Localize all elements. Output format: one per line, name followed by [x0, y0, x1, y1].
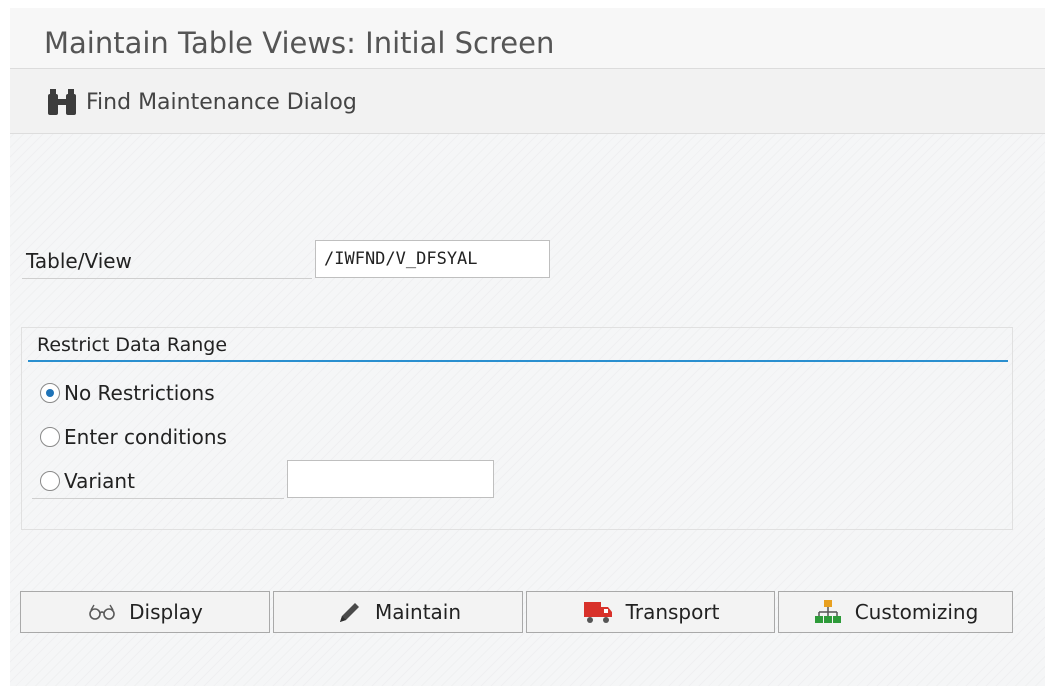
binoculars-icon: [46, 87, 78, 117]
find-maintenance-dialog-button[interactable]: Find Maintenance Dialog: [46, 87, 357, 117]
display-button-label: Display: [129, 600, 203, 624]
variant-input[interactable]: [287, 460, 494, 498]
pencil-icon: [335, 598, 363, 626]
application-toolbar: Find Maintenance Dialog: [10, 69, 1045, 134]
variant-label-underline: [32, 498, 284, 499]
maintain-button-label: Maintain: [374, 600, 462, 624]
page-title: Maintain Table Views: Initial Screen: [44, 26, 555, 60]
truck-icon: [582, 599, 614, 625]
radio-button[interactable]: [40, 471, 60, 491]
transport-button[interactable]: Transport: [526, 591, 775, 633]
display-button[interactable]: Display: [20, 591, 270, 633]
enter-conditions-label: Enter conditions: [64, 425, 227, 449]
transport-button-label: Transport: [625, 600, 720, 624]
title-bar: Maintain Table Views: Initial Screen: [10, 8, 1045, 69]
table-view-label-underline: [22, 278, 312, 279]
radio-button[interactable]: [40, 427, 60, 447]
table-view-label: Table/View: [26, 249, 132, 273]
group-title-divider: [28, 360, 1008, 362]
customizing-button[interactable]: Customizing: [778, 591, 1013, 633]
variant-radio[interactable]: Variant: [40, 469, 135, 493]
hierarchy-icon: [813, 598, 843, 626]
no-restrictions-label: No Restrictions: [64, 381, 215, 405]
enter-conditions-radio[interactable]: Enter conditions: [40, 425, 227, 449]
table-view-input[interactable]: /IWFND/V_DFSYAL: [315, 240, 550, 278]
maintain-button[interactable]: Maintain: [273, 591, 523, 633]
customizing-button-label: Customizing: [854, 600, 979, 624]
no-restrictions-radio[interactable]: No Restrictions: [40, 381, 215, 405]
glasses-icon: [87, 603, 117, 621]
radio-button-checked[interactable]: [40, 383, 60, 403]
restrict-data-range-title: Restrict Data Range: [37, 334, 228, 356]
find-maintenance-dialog-label: Find Maintenance Dialog: [86, 89, 357, 115]
variant-label: Variant: [64, 469, 135, 493]
